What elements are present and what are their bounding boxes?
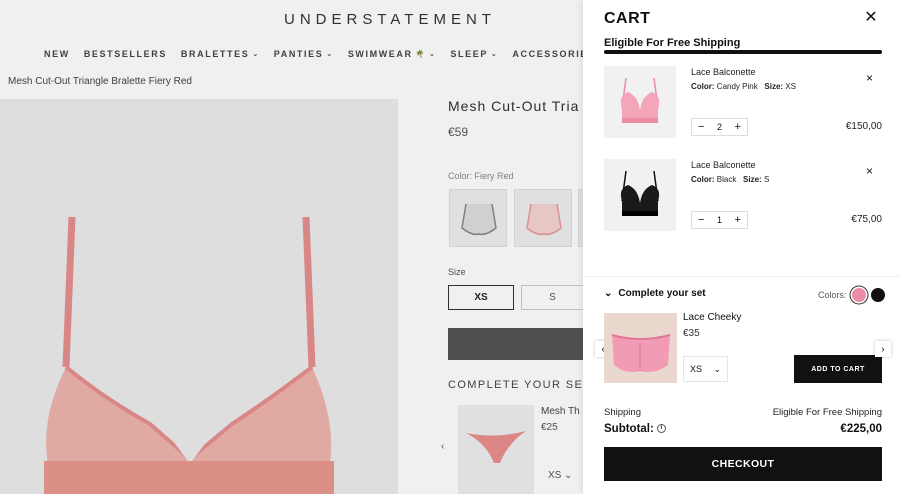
remove-icon[interactable]: × — [866, 72, 873, 84]
subtotal-row: Subtotal: i €225,00 — [604, 423, 882, 435]
cart-item-attributes: Color: Candy Pink Size: XS — [691, 82, 796, 91]
colors-label: Colors: — [818, 290, 847, 300]
black-bralette-image — [620, 170, 660, 216]
lace-cheeky-image — [604, 313, 677, 383]
complete-set-size-select[interactable]: XS ⌄ — [683, 356, 728, 382]
plus-icon[interactable]: + — [735, 121, 741, 133]
cart-line-item: Lace Balconette Color: Black Size: S × −… — [604, 159, 882, 239]
cart-item-image[interactable] — [604, 159, 676, 231]
size-attr-value: XS — [785, 82, 796, 91]
remove-icon[interactable]: × — [866, 165, 873, 177]
complete-set-product-price: €35 — [683, 328, 700, 339]
add-to-cart-button[interactable]: ADD TO CART — [794, 355, 882, 383]
complete-set-heading: Complete your set — [618, 288, 706, 299]
pink-bralette-image — [620, 77, 660, 123]
shipping-row: Shipping Eligible For Free Shipping — [604, 407, 882, 418]
subtotal-label: Subtotal: — [604, 423, 654, 435]
divider — [583, 276, 900, 277]
color-dot-black[interactable] — [870, 288, 885, 302]
color-attr-label: Color: — [691, 175, 715, 184]
cart-item-price: €75,00 — [851, 214, 882, 225]
chevron-right-icon[interactable]: › — [875, 341, 891, 357]
cart-item-name[interactable]: Lace Balconette — [691, 160, 756, 170]
subtotal-value: €225,00 — [840, 423, 882, 435]
color-attr-value: Candy Pink — [716, 82, 758, 91]
cart-title: CART — [604, 10, 651, 27]
chevron-down-icon: ⌄ — [713, 363, 721, 374]
complete-set-product-name[interactable]: Lace Cheeky — [683, 312, 741, 323]
quantity-stepper: − 1 + — [691, 211, 748, 229]
complete-set-image[interactable] — [604, 313, 677, 383]
size-attr-label: Size: — [764, 82, 784, 91]
size-attr-label: Size: — [743, 175, 762, 184]
shipping-value: Eligible For Free Shipping — [772, 407, 882, 418]
cart-drawer: CART ✕ Eligible For Free Shipping Lace B… — [583, 0, 900, 494]
color-attr-label: Color: — [691, 82, 715, 91]
cart-item-name[interactable]: Lace Balconette — [691, 67, 756, 77]
close-icon[interactable]: ✕ — [864, 10, 878, 26]
page-dim-overlay[interactable] — [0, 0, 583, 494]
shipping-label: Shipping — [604, 407, 641, 418]
minus-icon[interactable]: − — [698, 121, 704, 133]
size-attr-value: S — [763, 175, 770, 184]
minus-icon[interactable]: − — [698, 214, 704, 226]
color-attr-value: Black — [716, 175, 737, 184]
plus-icon[interactable]: + — [735, 214, 741, 226]
cart-item-price: €150,00 — [845, 121, 882, 132]
quantity-value[interactable]: 1 — [717, 215, 722, 225]
cart-line-item: Lace Balconette Color: Candy Pink Size: … — [604, 66, 882, 146]
complete-set-toggle[interactable]: ⌄ Complete your set — [604, 288, 706, 299]
free-shipping-progress-bar — [604, 50, 882, 54]
color-dot-pink[interactable] — [851, 288, 866, 302]
quantity-value[interactable]: 2 — [717, 122, 722, 132]
size-select-value: XS — [690, 364, 703, 374]
complete-set-colors: Colors: — [818, 288, 885, 302]
cart-item-image[interactable] — [604, 66, 676, 138]
checkout-button[interactable]: CHECKOUT — [604, 447, 882, 481]
info-icon[interactable]: i — [656, 424, 666, 434]
cart-item-attributes: Color: Black Size: S — [691, 175, 769, 184]
chevron-down-icon: ⌄ — [604, 288, 613, 299]
quantity-stepper: − 2 + — [691, 118, 748, 136]
free-shipping-message: Eligible For Free Shipping — [604, 37, 741, 49]
